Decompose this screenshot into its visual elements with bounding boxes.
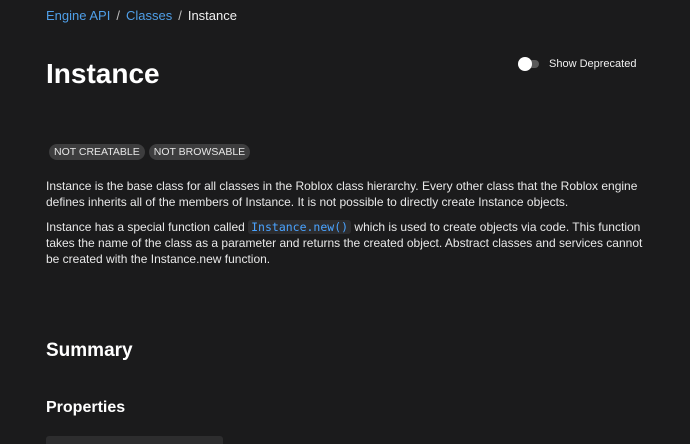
page-title: Instance <box>46 58 160 89</box>
description-paragraph: Instance is the base class for all class… <box>46 179 638 209</box>
show-deprecated-toggle[interactable]: Show Deprecated <box>518 56 637 72</box>
properties-heading: Properties <box>46 399 126 416</box>
toggle-switch[interactable] <box>518 57 539 71</box>
tag-not-creatable: NOT CREATABLE <box>49 144 145 160</box>
properties-list-container <box>46 436 223 444</box>
description-text: Instance has a special function called <box>46 220 249 234</box>
description-paragraph: Instance has a special function called I… <box>46 219 646 267</box>
breadcrumb: Engine API / Classes / Instance <box>46 8 237 24</box>
summary-heading: Summary <box>46 340 133 361</box>
toggle-label: Show Deprecated <box>549 58 637 70</box>
tag-not-browsable: NOT BROWSABLE <box>148 144 251 160</box>
breadcrumb-separator: / <box>178 8 182 23</box>
breadcrumb-current: Instance <box>187 8 237 23</box>
breadcrumb-link-engine-api[interactable]: Engine API <box>46 8 110 23</box>
toggle-knob <box>518 57 532 71</box>
class-tags: NOT CREATABLE NOT BROWSABLE <box>49 144 251 160</box>
code-inline: Instance.new() <box>248 220 352 234</box>
class-description: Instance is the base class for all class… <box>46 178 646 267</box>
breadcrumb-separator: / <box>116 8 120 23</box>
breadcrumb-link-classes[interactable]: Classes <box>126 8 172 23</box>
